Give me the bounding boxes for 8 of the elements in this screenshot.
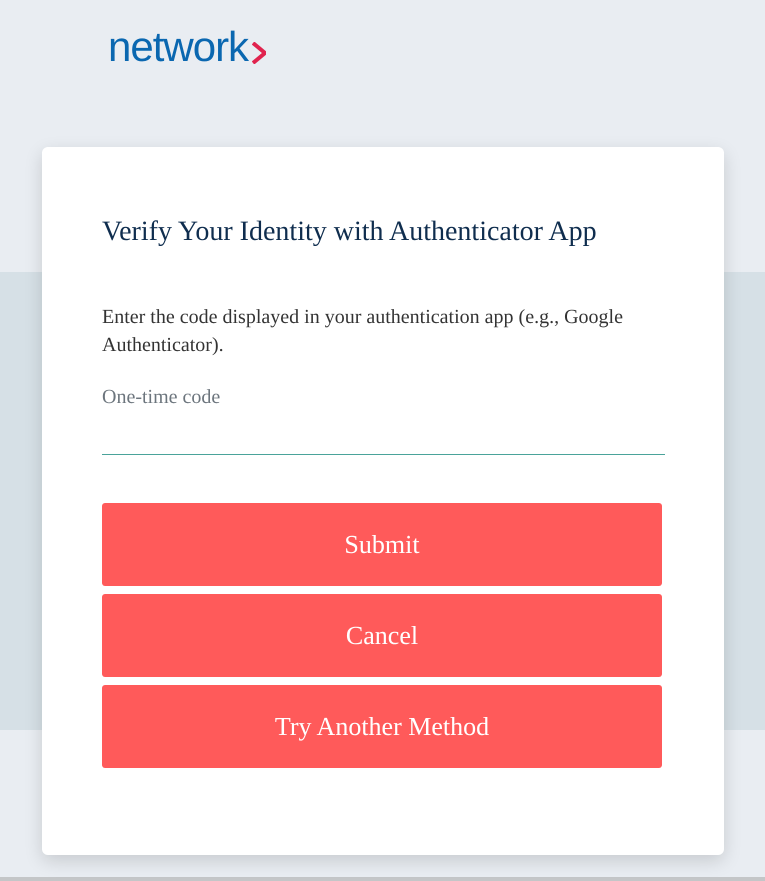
field-label: One-time code — [102, 386, 222, 409]
submit-button[interactable]: Submit — [102, 503, 662, 586]
cancel-button[interactable]: Cancel — [102, 594, 662, 677]
try-another-method-button[interactable]: Try Another Method — [102, 685, 662, 768]
chevron-icon — [252, 42, 266, 64]
instruction-text: Enter the code displayed in your authentication app (e.g., Google Authenticator). — [102, 305, 624, 358]
card-title: Verify Your Identity with Authenticator App — [102, 215, 598, 249]
logo-text: network — [108, 26, 248, 68]
